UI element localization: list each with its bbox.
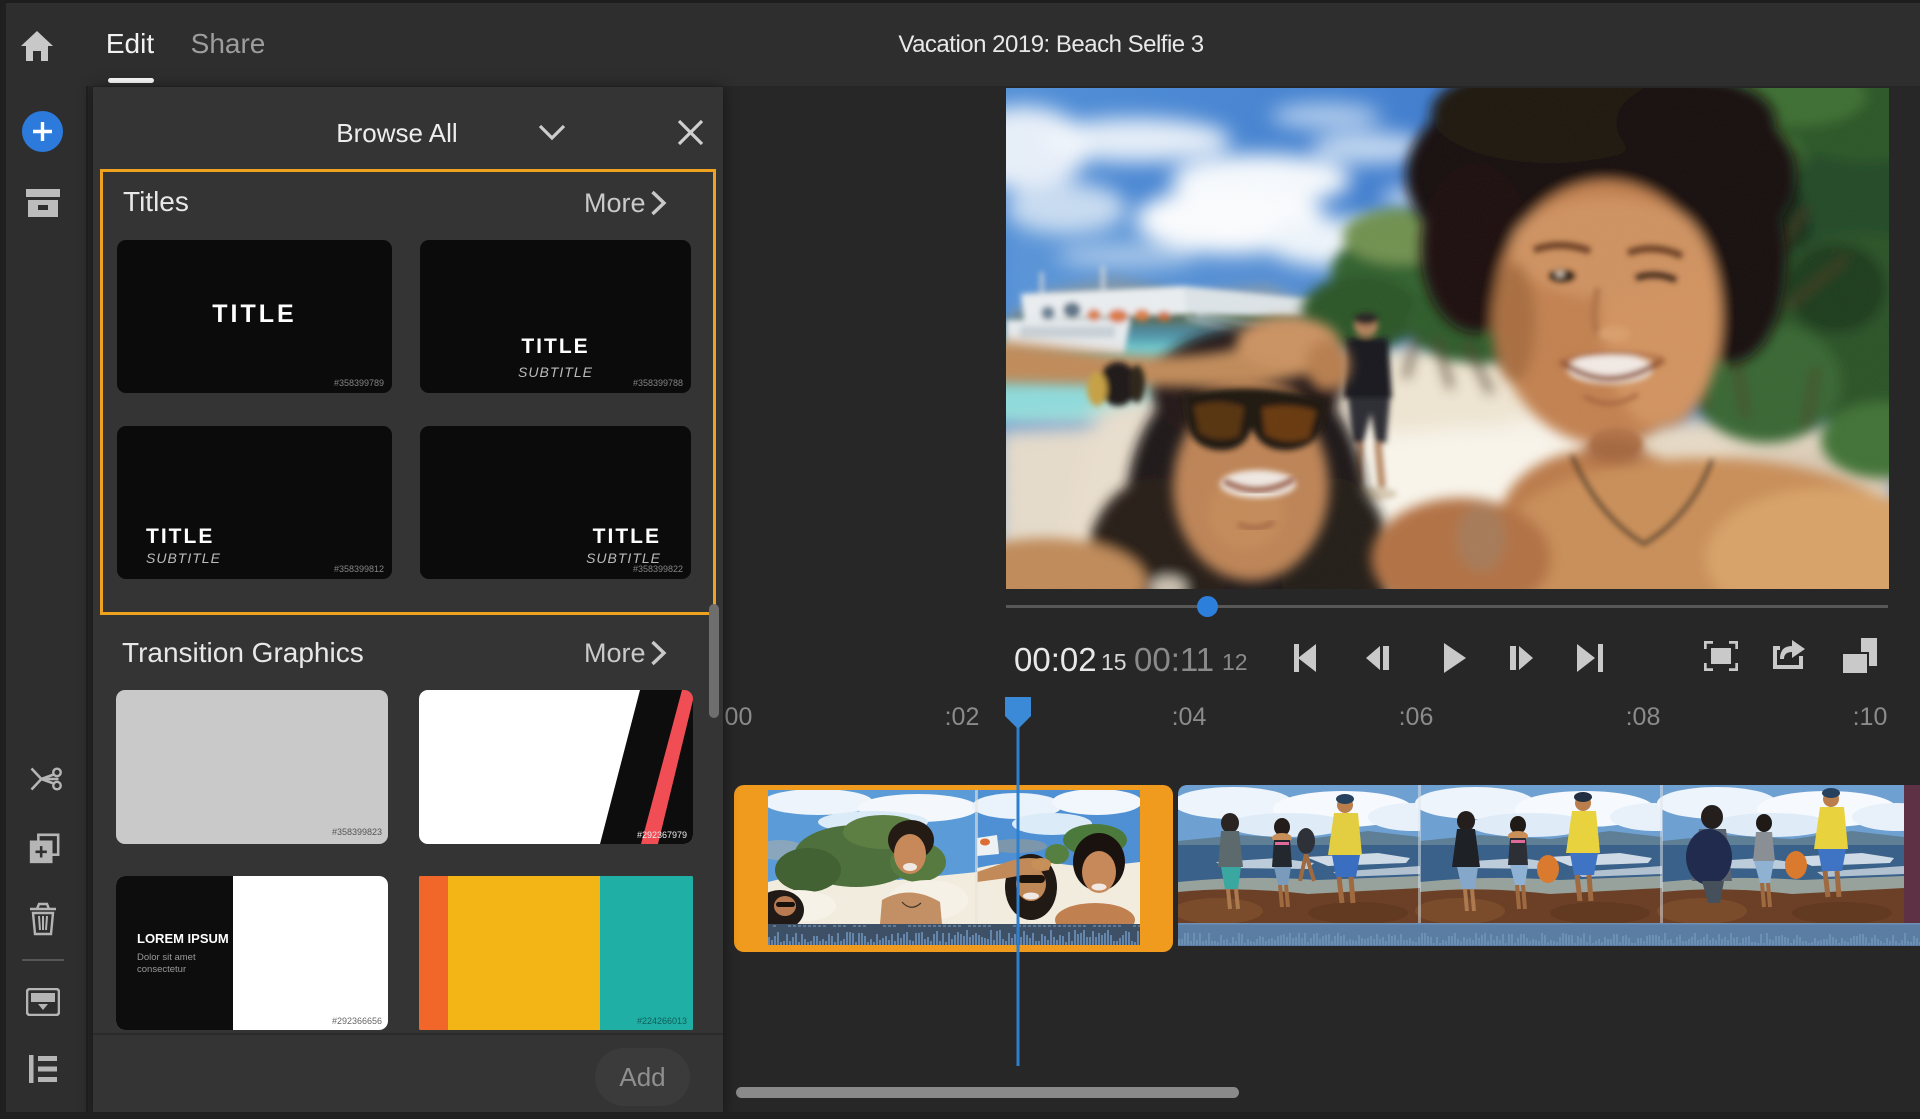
svg-text:#292366656: #292366656 bbox=[332, 1016, 382, 1026]
svg-text:consectetur: consectetur bbox=[137, 964, 186, 975]
svg-text:Dolor sit amet: Dolor sit amet bbox=[137, 952, 196, 963]
svg-text:#224266013: #224266013 bbox=[637, 1016, 687, 1026]
svg-text:#292367979: #292367979 bbox=[637, 830, 687, 840]
svg-text:LOREM IPSUM: LOREM IPSUM bbox=[137, 931, 229, 946]
